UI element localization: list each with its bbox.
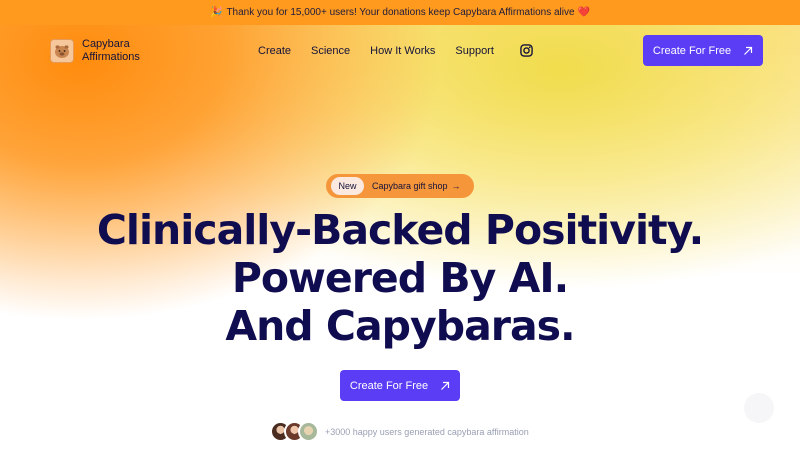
gift-shop-badge[interactable]: New Capybara gift shop → [326, 174, 474, 198]
headline-line-2: Powered By AI. [231, 254, 569, 302]
hero-create-for-free-button[interactable]: Create For Free [340, 370, 460, 401]
social-proof-text: +3000 happy users generated capybara aff… [325, 426, 529, 437]
user-avatars [270, 421, 319, 442]
nav-link-create[interactable]: Create [258, 45, 291, 57]
gift-shop-link-text: Capybara gift shop [372, 181, 448, 191]
hero-headline: Clinically-Backed Positivity. Powered By… [0, 206, 800, 350]
new-tag: New [331, 177, 364, 195]
capybara-logo-icon [50, 39, 74, 63]
instagram-icon[interactable] [520, 44, 533, 57]
headline-line-1: Clinically-Backed Positivity. [96, 206, 704, 254]
avatar [298, 421, 319, 442]
party-popper-icon: 🎉 [210, 7, 223, 18]
nav-link-support[interactable]: Support [455, 45, 494, 57]
brand-name: Capybara Affirmations [82, 38, 152, 64]
heart-icon: ❤️ [577, 7, 590, 18]
social-proof: +3000 happy users generated capybara aff… [270, 421, 529, 442]
nav-cta-label: Create For Free [652, 44, 732, 57]
arrow-up-right-icon [744, 46, 753, 55]
brand-logo[interactable]: Capybara Affirmations [50, 38, 152, 64]
chat-widget-button[interactable] [744, 393, 774, 423]
nav-link-science[interactable]: Science [311, 45, 350, 57]
nav-link-how-it-works[interactable]: How It Works [370, 45, 435, 57]
brand-name-line2: Affirmations [82, 51, 140, 63]
arrow-up-right-icon [441, 381, 450, 390]
main-menu: Create Science How It Works Support [258, 44, 533, 57]
hero-cta-label: Create For Free [349, 379, 429, 392]
nav-create-for-free-button[interactable]: Create For Free [643, 35, 763, 66]
arrow-right-icon: → [451, 181, 461, 191]
headline-line-3: And Capybaras. [225, 302, 575, 350]
announcement-text: Thank you for 15,000+ users! Your donati… [226, 7, 575, 18]
brand-name-line1: Capybara [82, 38, 130, 50]
navbar: Capybara Affirmations Create Science How… [0, 25, 800, 77]
announcement-banner: 🎉 Thank you for 15,000+ users! Your dona… [0, 0, 800, 25]
